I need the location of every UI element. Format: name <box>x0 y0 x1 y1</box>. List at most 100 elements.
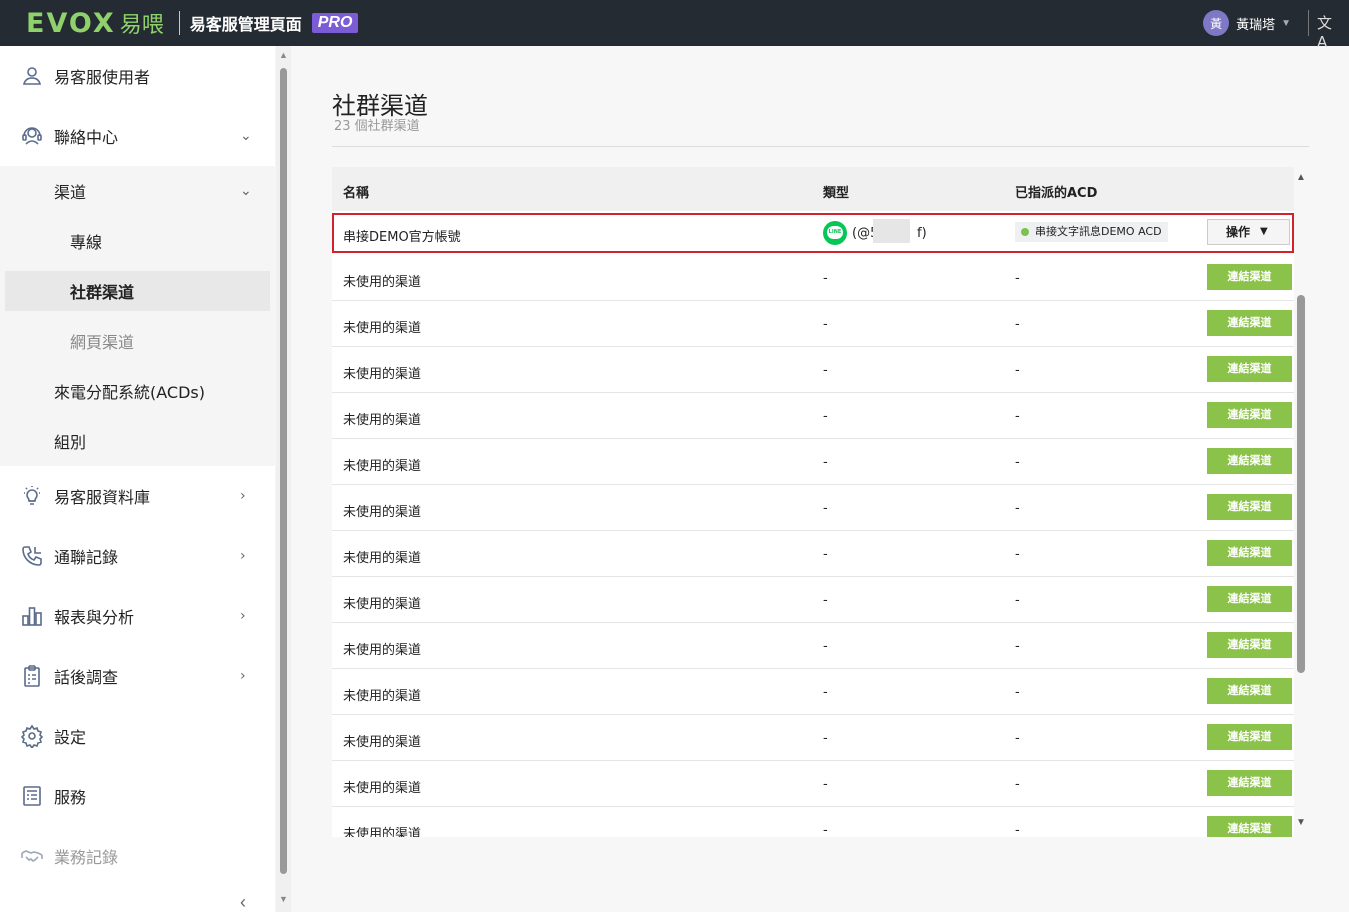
scrollbar-thumb[interactable] <box>280 68 287 874</box>
sidebar-item-label: 渠道 <box>54 183 87 202</box>
sidebar-item-knowledge-base[interactable]: 易客服資料庫 › <box>0 466 275 526</box>
sidebar-item-reports[interactable]: 報表與分析 › <box>0 586 275 646</box>
connect-channel-button[interactable]: 連結渠道 <box>1207 494 1292 520</box>
sidebar-item-web-channels[interactable]: 網頁渠道 <box>0 316 275 366</box>
channel-name: 未使用的渠道 <box>343 321 422 336</box>
connect-channel-button[interactable]: 連結渠道 <box>1207 678 1292 704</box>
scroll-up-icon[interactable]: ▲ <box>1296 172 1306 183</box>
topbar-divider <box>178 11 180 35</box>
channel-type: - <box>823 593 828 608</box>
caret-down-icon: ▼ <box>1260 226 1268 237</box>
channel-type: - <box>823 777 828 792</box>
user-menu[interactable]: 黃 黃瑞塔 ▼ <box>1203 9 1291 37</box>
scroll-up-icon[interactable]: ▲ <box>279 50 288 60</box>
channels-table: 名稱 類型 已指派的ACD 串接DEMO官方帳號 LINE (@5 f) 串接文… <box>332 167 1294 837</box>
sidebar-item-label: 聯絡中心 <box>54 128 119 147</box>
sidebar-item-label: 網頁渠道 <box>70 333 135 352</box>
connect-channel-button[interactable]: 連結渠道 <box>1207 540 1292 566</box>
table-row: 未使用的渠道 - - 連結渠道 <box>332 577 1294 623</box>
connect-channel-button[interactable]: 連結渠道 <box>1207 586 1292 612</box>
scrollbar-thumb[interactable] <box>1297 295 1305 673</box>
user-name: 黃瑞塔 <box>1236 17 1276 33</box>
active-highlight <box>5 271 270 311</box>
channel-name: 未使用的渠道 <box>343 735 422 750</box>
connect-channel-button[interactable]: 連結渠道 <box>1207 356 1292 382</box>
chevron-right-icon: › <box>240 608 246 624</box>
column-header-acd: 已指派的ACD <box>1015 186 1098 201</box>
sidebar-item-users[interactable]: 易客服使用者 <box>0 46 275 106</box>
scroll-down-icon[interactable]: ▼ <box>279 894 288 904</box>
channel-acd: - <box>1015 317 1020 332</box>
logo-cn: 易喂 <box>119 13 164 38</box>
sidebar-item-label: 專線 <box>70 233 103 252</box>
sidebar-item-service[interactable]: 服務 <box>0 766 275 826</box>
connect-channel-button[interactable]: 連結渠道 <box>1207 724 1292 750</box>
channel-name: 未使用的渠道 <box>343 643 422 658</box>
table-row: 未使用的渠道 - - 連結渠道 <box>332 807 1294 837</box>
connect-channel-button[interactable]: 連結渠道 <box>1207 816 1292 837</box>
translate-icon[interactable]: 文A <box>1317 12 1339 51</box>
pro-badge: PRO <box>311 13 359 33</box>
sidebar-item-label: 話後調查 <box>54 668 119 687</box>
sidebar-item-survey[interactable]: 話後調查 › <box>0 646 275 706</box>
sidebar-item-label: 易客服使用者 <box>54 68 151 87</box>
sidebar-item-contact-center[interactable]: 聯絡中心 ⌄ <box>0 106 275 166</box>
acd-name: 串接文字訊息DEMO ACD <box>1035 225 1162 238</box>
table-row: 未使用的渠道 - - 連結渠道 <box>332 761 1294 807</box>
collapse-sidebar-icon[interactable]: ‹ <box>240 892 246 912</box>
table-row: 未使用的渠道 - - 連結渠道 <box>332 255 1294 301</box>
status-dot <box>1021 228 1029 236</box>
channel-type: - <box>823 501 828 516</box>
connect-channel-button[interactable]: 連結渠道 <box>1207 264 1292 290</box>
channel-acd: - <box>1015 685 1020 700</box>
clipboard-icon <box>24 665 40 687</box>
connect-channel-button[interactable]: 連結渠道 <box>1207 770 1292 796</box>
channel-acd: - <box>1015 501 1020 516</box>
sidebar-item-dedicated[interactable]: 專線 <box>0 216 275 266</box>
divider <box>332 146 1309 147</box>
sidebar-item-label: 報表與分析 <box>54 608 135 627</box>
chevron-down-icon: ▼ <box>1281 17 1291 29</box>
scroll-down-icon[interactable]: ▼ <box>1296 817 1306 828</box>
sidebar-scrollbar[interactable]: ▲ ▼ <box>276 46 291 912</box>
actions-dropdown-button[interactable]: 操作 ▼ <box>1207 219 1290 245</box>
sidebar-item-acds[interactable]: 來電分配系統(ACDs) <box>0 366 275 416</box>
connect-channel-button[interactable]: 連結渠道 <box>1207 402 1292 428</box>
channel-name: 未使用的渠道 <box>343 459 422 474</box>
channel-name: 未使用的渠道 <box>343 367 422 382</box>
sidebar-item-groups[interactable]: 組別 <box>0 416 275 466</box>
channel-name: 未使用的渠道 <box>343 781 422 796</box>
sidebar-item-social-channels[interactable]: 社群渠道 <box>0 266 275 316</box>
sidebar-item-settings[interactable]: 設定 <box>0 706 275 766</box>
gear-icon <box>20 724 44 748</box>
channel-name: 未使用的渠道 <box>343 597 422 612</box>
connect-channel-button[interactable]: 連結渠道 <box>1207 448 1292 474</box>
channel-type: - <box>823 317 828 332</box>
channel-name: 串接DEMO官方帳號 <box>343 230 461 245</box>
sidebar-item-call-log[interactable]: 通聯記錄 › <box>0 526 275 586</box>
channel-type: - <box>823 823 828 837</box>
channel-type: - <box>823 409 828 424</box>
line-icon: LINE <box>823 221 847 245</box>
line-icon-label: LINE <box>827 226 843 239</box>
avatar: 黃 <box>1203 10 1230 36</box>
app-logo[interactable]: EVOX 易喂 <box>26 0 164 46</box>
sidebar-item-business-records[interactable]: 業務記錄 <box>0 826 275 886</box>
channel-acd: - <box>1015 777 1020 792</box>
channel-type: - <box>823 271 828 286</box>
line-handle-suffix: f) <box>917 226 927 241</box>
table-row-highlighted[interactable]: 串接DEMO官方帳號 LINE (@5 f) 串接文字訊息DEMO ACD 操作… <box>332 213 1294 253</box>
channel-acd: - <box>1015 593 1020 608</box>
sidebar-item-channels[interactable]: 渠道 ⌄ <box>0 166 275 216</box>
connect-channel-button[interactable]: 連結渠道 <box>1207 632 1292 658</box>
table-row: 未使用的渠道 - - 連結渠道 <box>332 715 1294 761</box>
table-row: 未使用的渠道 - - 連結渠道 <box>332 439 1294 485</box>
table-row: 未使用的渠道 - - 連結渠道 <box>332 623 1294 669</box>
table-header: 名稱 類型 已指派的ACD <box>332 167 1294 211</box>
phone-log-icon <box>22 546 42 566</box>
headset-icon <box>22 127 42 145</box>
sidebar-item-label: 設定 <box>54 728 87 747</box>
connect-channel-button[interactable]: 連結渠道 <box>1207 310 1292 336</box>
table-scrollbar[interactable]: ▲ ▼ <box>1294 167 1309 837</box>
table-row: 未使用的渠道 - - 連結渠道 <box>332 393 1294 439</box>
